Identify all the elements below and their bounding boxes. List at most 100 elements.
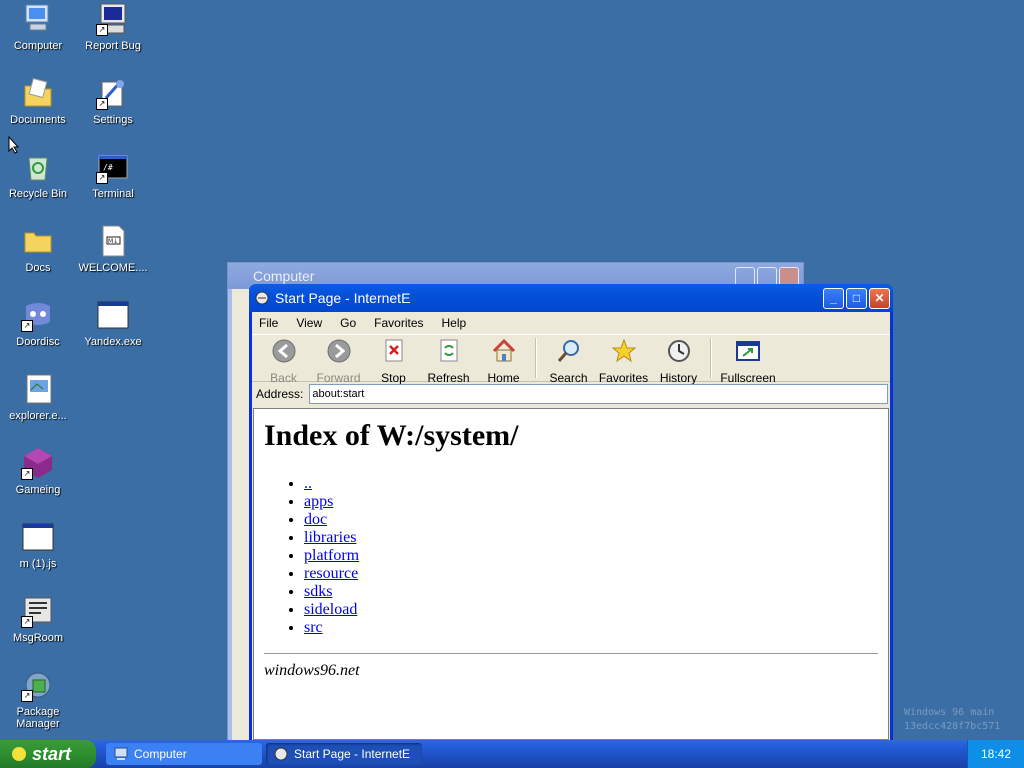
desktop-icon-doordisc[interactable]: ↗ Doordisc [1,298,75,348]
history-button[interactable]: History [651,335,706,385]
page-footer: windows96.net [264,662,360,679]
app-window-icon [96,298,130,332]
favorites-label: Favorites [598,371,649,385]
directory-list: .. apps doc libraries platform resource … [264,475,878,637]
fullscreen-label: Fullscreen [720,371,776,385]
desktop-icon-terminal[interactable]: /# ↗ Terminal [76,150,150,200]
settings-icon: ↗ [96,76,130,110]
menu-bar: File View Go Favorites Help [252,312,890,335]
browser-titlebar[interactable]: Start Page - InternetE _ □ ✕ [249,284,893,312]
desktop-icon-documents[interactable]: Documents [1,76,75,126]
browser-title: Start Page - InternetE [275,290,411,306]
desktop-icon-settings[interactable]: ↗ Settings [76,76,150,126]
link-parent[interactable]: .. [304,475,312,492]
taskbar-item-computer[interactable]: Computer [106,743,262,765]
msgroom-icon: ↗ [21,594,55,628]
desktop-icon-computer[interactable]: Computer [1,2,75,52]
desktop-icon-explorer[interactable]: explorer.e... [1,372,75,422]
search-label: Search [549,371,588,385]
taskbar: start Computer Start Page - InternetE 18… [0,740,1024,768]
link-sideload[interactable]: sideload [304,601,357,618]
menu-go[interactable]: Go [338,316,358,330]
computer-icon [21,2,55,36]
desktop-icon-recycle-bin[interactable]: Recycle Bin [1,150,75,200]
taskbar-item-label: Computer [134,747,187,761]
desktop-icon-welcome[interactable]: M↓ WELCOME.... [76,224,150,274]
star-icon [611,338,636,363]
favorites-button[interactable]: Favorites [596,335,651,385]
start-smiley-icon [12,747,26,761]
desktop-icon-m-js[interactable]: m (1).js [1,520,75,570]
link-doc[interactable]: doc [304,511,327,528]
toolbar: Back Forward Stop Refresh Home Search Fa… [252,335,890,385]
search-button[interactable]: Search [541,335,596,385]
refresh-button[interactable]: Refresh [421,335,476,385]
system-tray: 18:42 [967,740,1024,768]
js-file-icon [21,520,55,554]
list-item: libraries [304,529,878,547]
desktop-icon-msgroom[interactable]: ↗ MsgRoom [1,594,75,644]
link-platform[interactable]: platform [304,547,359,564]
list-item: resource [304,565,878,583]
stop-label: Stop [381,371,406,385]
link-resource[interactable]: resource [304,565,358,582]
svg-text:M↓: M↓ [108,238,118,245]
list-item: apps [304,493,878,511]
back-arrow-icon [272,339,295,363]
browser-close-button[interactable]: ✕ [869,288,890,309]
toolbar-separator-2 [710,338,712,378]
divider [264,653,878,654]
back-button[interactable]: Back [256,335,311,385]
recycle-bin-icon [21,150,55,184]
home-icon [492,338,515,362]
forward-button[interactable]: Forward [311,335,366,385]
desktop-icon-package-manager[interactable]: ↗ Package Manager [1,668,75,730]
fullscreen-button[interactable]: Fullscreen [716,335,780,385]
stop-icon [385,339,402,362]
list-item: .. [304,475,878,493]
history-icon [667,340,690,362]
desktop-icon-report-bug[interactable]: ↗ Report Bug [76,2,150,52]
doordisc-icon: ↗ [21,298,55,332]
forward-arrow-icon [327,339,350,363]
computer-icon [114,747,128,760]
back-label: Back [270,371,297,385]
taskbar-item-browser[interactable]: Start Page - InternetE [266,743,422,765]
link-sdks[interactable]: sdks [304,583,332,600]
gameing-icon: ↗ [21,446,55,480]
desktop-icon-yandex[interactable]: Yandex.exe [76,298,150,348]
menu-help[interactable]: Help [440,316,469,330]
fullscreen-icon [736,341,760,361]
menu-favorites[interactable]: Favorites [372,316,425,330]
start-label: start [32,744,72,764]
link-libraries[interactable]: libraries [304,529,356,546]
taskbar-item-label: Start Page - InternetE [294,747,411,761]
report-bug-icon: ↗ [96,2,130,36]
page-content: Index of W:/system/ .. apps doc librarie… [253,408,889,740]
menu-view[interactable]: View [294,316,324,330]
watermark-line-1: Windows 96 main [904,707,995,718]
stop-button[interactable]: Stop [366,335,421,385]
link-src[interactable]: src [304,619,323,636]
home-button[interactable]: Home [476,335,531,385]
menu-file[interactable]: File [257,316,280,330]
internet-explorer-icon [274,747,288,761]
browser-minimize-button[interactable]: _ [823,288,844,309]
svg-text:/#: /# [103,163,113,172]
address-input[interactable]: about:start [309,384,888,404]
list-item: doc [304,511,878,529]
watermark: Windows 96 main 13edcc428f7bc571 [904,706,1024,734]
list-item: platform [304,547,878,565]
clock[interactable]: 18:42 [981,747,1011,761]
explorer-icon [21,372,55,406]
browser-window[interactable]: Start Page - InternetE _ □ ✕ File View G… [249,284,893,740]
folder-icon [21,224,55,258]
terminal-icon: /# ↗ [96,150,130,184]
start-button[interactable]: start [0,740,96,768]
desktop-icon-docs[interactable]: Docs [1,224,75,274]
link-apps[interactable]: apps [304,493,333,510]
toolbar-separator [535,338,537,378]
browser-maximize-button[interactable]: □ [846,288,867,309]
desktop-icon-gameing[interactable]: ↗ Gameing [1,446,75,496]
address-bar: Address: about:start [252,382,890,406]
